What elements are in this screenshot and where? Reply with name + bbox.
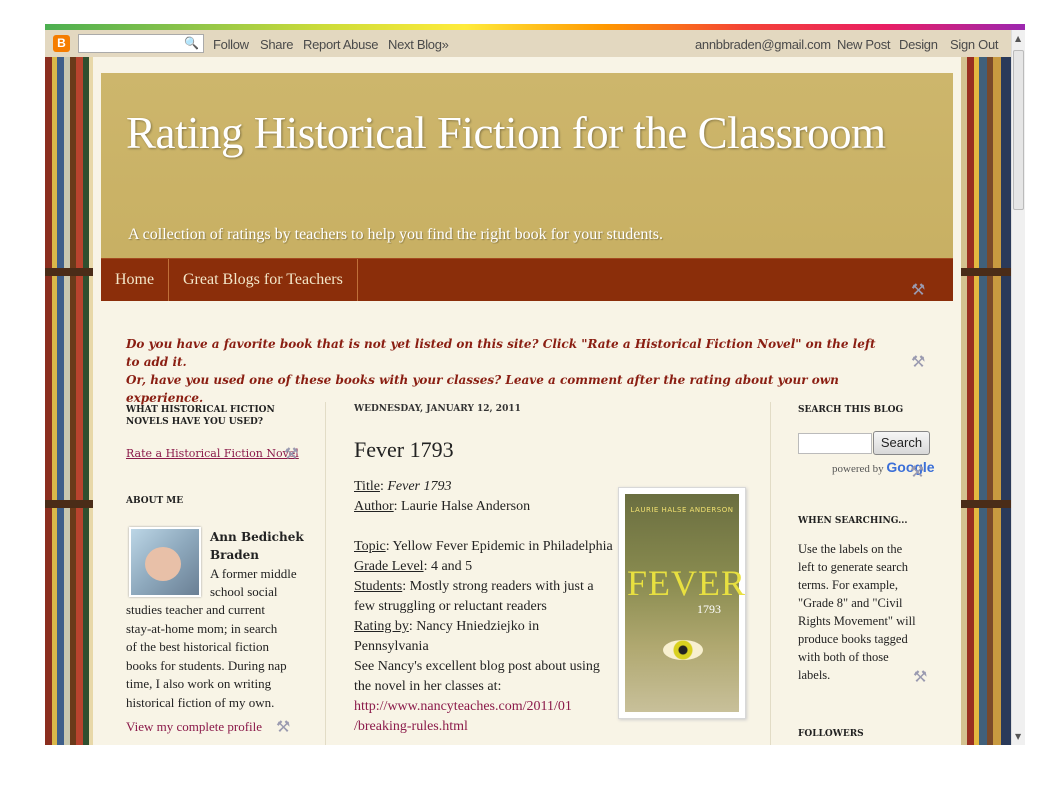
about-me-title: ABOUT ME bbox=[126, 496, 184, 506]
post-url-link[interactable]: http://www.nancyteaches.com/2011/01 bbox=[354, 699, 572, 714]
shelf-board bbox=[45, 500, 93, 508]
powered-by-text: powered by bbox=[832, 463, 884, 475]
bio-line: of the best historical fiction bbox=[126, 639, 269, 654]
blog-search-input[interactable] bbox=[798, 433, 872, 454]
scroll-up-icon[interactable]: ▲ bbox=[1015, 34, 1021, 43]
sign-out-link[interactable]: Sign Out bbox=[950, 37, 998, 52]
shelf-board bbox=[45, 268, 93, 276]
browser-viewport: B 🔍 Follow Share Report Abuse Next Blog»… bbox=[45, 24, 1025, 745]
search-icon[interactable]: 🔍 bbox=[184, 36, 199, 50]
tab-home[interactable]: Home bbox=[101, 259, 170, 301]
searching-line: labels. bbox=[798, 668, 831, 682]
bio-line: stay-at-home mom; in search bbox=[126, 620, 278, 636]
account-email: annbbraden@gmail.com bbox=[695, 37, 831, 52]
topic-value: : Yellow Fever Epidemic in Philadelphia bbox=[385, 539, 613, 554]
share-link[interactable]: Share bbox=[260, 37, 294, 52]
search-button[interactable]: Search bbox=[873, 431, 930, 455]
cover-title: FEVER bbox=[627, 563, 747, 603]
blog-title[interactable]: Rating Historical Fiction for the Classr… bbox=[126, 107, 886, 159]
avatar-face bbox=[145, 547, 181, 581]
title-label: Title bbox=[354, 479, 380, 494]
students-label: Students bbox=[354, 579, 403, 594]
shelf-board bbox=[961, 500, 1011, 508]
wrench-icon[interactable]: ⚒ bbox=[911, 352, 925, 371]
blogger-logo-icon[interactable]: B bbox=[53, 35, 70, 52]
book-cover-image[interactable]: LAURIE HALSE ANDERSON FEVER 1793 bbox=[618, 487, 746, 719]
bio-line: time, I also work on writing bbox=[126, 676, 272, 691]
profile-name[interactable]: Ann Bedichek Braden bbox=[210, 528, 305, 564]
avatar[interactable] bbox=[129, 527, 201, 597]
author-value: : Laurie Halse Anderson bbox=[393, 499, 531, 514]
searching-line: "Grade 8" and "Civil bbox=[798, 596, 903, 610]
blog-description: A collection of ratings by teachers to h… bbox=[128, 226, 663, 243]
new-post-link[interactable]: New Post bbox=[837, 37, 891, 52]
rating-label: Rating by bbox=[354, 619, 409, 634]
cover-year: 1793 bbox=[697, 602, 721, 616]
rating-value: : Nancy Hniedziejko in bbox=[408, 619, 540, 634]
column-divider bbox=[325, 402, 326, 745]
url-line-2[interactable]: /breaking-rules.html bbox=[354, 717, 754, 737]
wrench-icon[interactable]: ⚒ bbox=[284, 444, 298, 463]
searching-line: with both of those bbox=[798, 650, 889, 664]
author-label: Author bbox=[354, 499, 394, 514]
bookshelf-right bbox=[961, 57, 1011, 745]
blog-page: Rating Historical Fiction for the Classr… bbox=[93, 57, 961, 745]
navbar-search-input[interactable]: 🔍 bbox=[78, 34, 204, 53]
topic-label: Topic bbox=[354, 539, 386, 554]
when-searching-text: Use the labels on the left to generate s… bbox=[798, 540, 916, 684]
view-profile-link[interactable]: View my complete profile bbox=[126, 719, 262, 735]
right-sidebar: SEARCH THIS BLOG Search powered by Googl… bbox=[798, 404, 938, 739]
follow-link[interactable]: Follow bbox=[213, 37, 249, 52]
searching-line: produce books tagged bbox=[798, 632, 908, 646]
design-link[interactable]: Design bbox=[899, 37, 938, 52]
post-date: WEDNESDAY, JANUARY 12, 2011 bbox=[354, 404, 521, 414]
blog-header: Rating Historical Fiction for the Classr… bbox=[101, 73, 953, 258]
notice-line-2: Or, have you used one of these books wit… bbox=[126, 373, 839, 405]
notice-line-1: Do you have a favorite book that is not … bbox=[126, 337, 876, 369]
notice-text: Do you have a favorite book that is not … bbox=[126, 335, 886, 407]
page-tabs: Home Great Blogs for Teachers ⚒ bbox=[101, 258, 953, 301]
title-value: Fever 1793 bbox=[387, 479, 452, 494]
wrench-icon[interactable]: ⚒ bbox=[911, 280, 925, 299]
searching-line: left to generate search bbox=[798, 560, 909, 574]
grade-value: : 4 and 5 bbox=[423, 559, 473, 574]
wrench-icon[interactable]: ⚒ bbox=[276, 717, 290, 736]
post-title[interactable]: Fever 1793 bbox=[354, 437, 754, 463]
tab-great-blogs[interactable]: Great Blogs for Teachers bbox=[169, 259, 358, 301]
next-blog-link[interactable]: Next Blog» bbox=[388, 37, 449, 52]
scroll-down-icon[interactable]: ▼ bbox=[1015, 732, 1021, 741]
bio-line: school social bbox=[210, 584, 278, 599]
scrollbar-thumb[interactable] bbox=[1013, 50, 1024, 210]
vertical-scrollbar[interactable]: ▲ ▼ bbox=[1011, 30, 1025, 745]
grade-label: Grade Level bbox=[354, 559, 424, 574]
searching-line: Use the labels on the bbox=[798, 542, 903, 556]
cover-author: LAURIE HALSE ANDERSON bbox=[630, 506, 734, 514]
report-abuse-link[interactable]: Report Abuse bbox=[303, 37, 378, 52]
bio-line: books for students. During nap bbox=[126, 657, 287, 673]
search-widget-title: SEARCH THIS BLOG bbox=[798, 405, 904, 415]
bio-line: A former middle bbox=[210, 566, 297, 581]
left-sidebar: WHAT HISTORICAL FICTION NOVELS HAVE YOU … bbox=[126, 404, 306, 736]
blogger-navbar: B 🔍 Follow Share Report Abuse Next Blog»… bbox=[45, 30, 1011, 57]
bookshelf-left bbox=[45, 57, 93, 745]
wrench-icon[interactable]: ⚒ bbox=[913, 667, 927, 686]
bio-line: studies teacher and current bbox=[126, 602, 265, 617]
rate-novel-link[interactable]: Rate a Historical Fiction Novel bbox=[126, 447, 299, 460]
searching-line: Rights Movement" will bbox=[798, 614, 916, 628]
novels-widget-title: WHAT HISTORICAL FICTION NOVELS HAVE YOU … bbox=[126, 405, 275, 427]
students-value: : Mostly strong readers with just a bbox=[402, 579, 594, 594]
followers-title: FOLLOWERS bbox=[798, 729, 864, 739]
post-url-link-2[interactable]: /breaking-rules.html bbox=[354, 719, 468, 734]
column-divider bbox=[770, 402, 771, 745]
cover-eye bbox=[663, 640, 703, 660]
shelf-board bbox=[961, 268, 1011, 276]
wrench-icon[interactable]: ⚒ bbox=[910, 462, 924, 481]
when-searching-title: WHEN SEARCHING... bbox=[798, 516, 908, 526]
searching-line: terms. For example, bbox=[798, 578, 898, 592]
bio-line: historical fiction of my own. bbox=[126, 694, 275, 710]
book-cover-art: LAURIE HALSE ANDERSON FEVER 1793 bbox=[625, 494, 747, 712]
